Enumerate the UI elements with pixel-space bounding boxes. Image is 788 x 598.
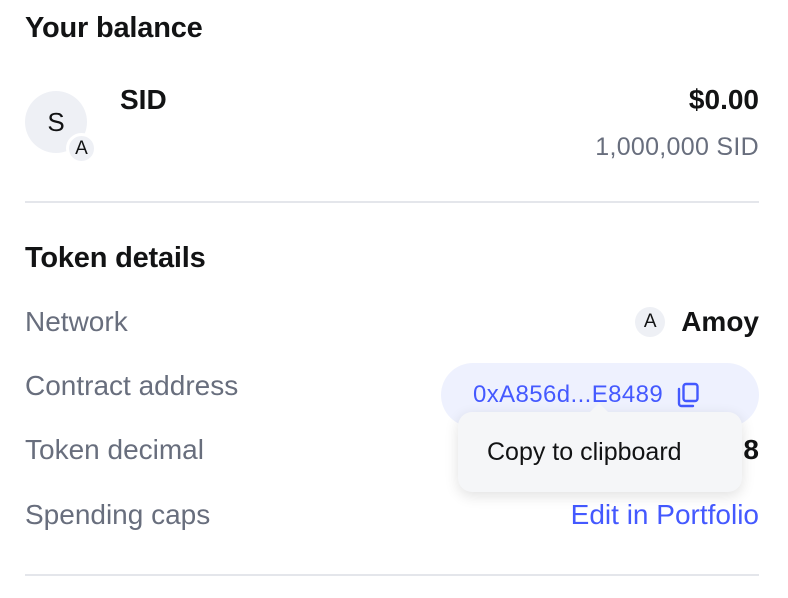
your-balance-heading: Your balance <box>25 12 203 44</box>
contract-address-value: 0xA856d...E8489 <box>473 381 664 408</box>
network-name: Amoy <box>681 306 759 337</box>
token-name: SID <box>120 84 167 115</box>
network-icon: A <box>635 307 666 337</box>
divider <box>25 574 759 576</box>
copy-icon[interactable] <box>675 382 701 408</box>
tooltip-arrow <box>589 403 609 413</box>
token-decimal-label: Token decimal <box>25 434 204 465</box>
edit-in-portfolio-link[interactable]: Edit in Portfolio <box>571 499 759 531</box>
token-balance: 1,000,000 SID <box>595 133 759 161</box>
network-value: A Amoy <box>635 306 759 338</box>
divider <box>25 201 759 203</box>
contract-address-label: Contract address <box>25 370 239 401</box>
token-avatar-letter: S <box>47 106 65 137</box>
network-icon-letter: A <box>643 311 657 332</box>
token-decimal-value: 8 <box>743 434 759 465</box>
token-details-heading: Token details <box>25 242 206 274</box>
spending-caps-label: Spending caps <box>25 499 211 530</box>
copy-tooltip: Copy to clipboard <box>458 403 742 492</box>
network-label: Network <box>25 306 128 337</box>
network-badge: A <box>66 133 97 164</box>
tooltip-text: Copy to clipboard <box>487 437 682 466</box>
network-badge-letter: A <box>75 137 88 159</box>
fiat-balance: $0.00 <box>688 84 759 115</box>
